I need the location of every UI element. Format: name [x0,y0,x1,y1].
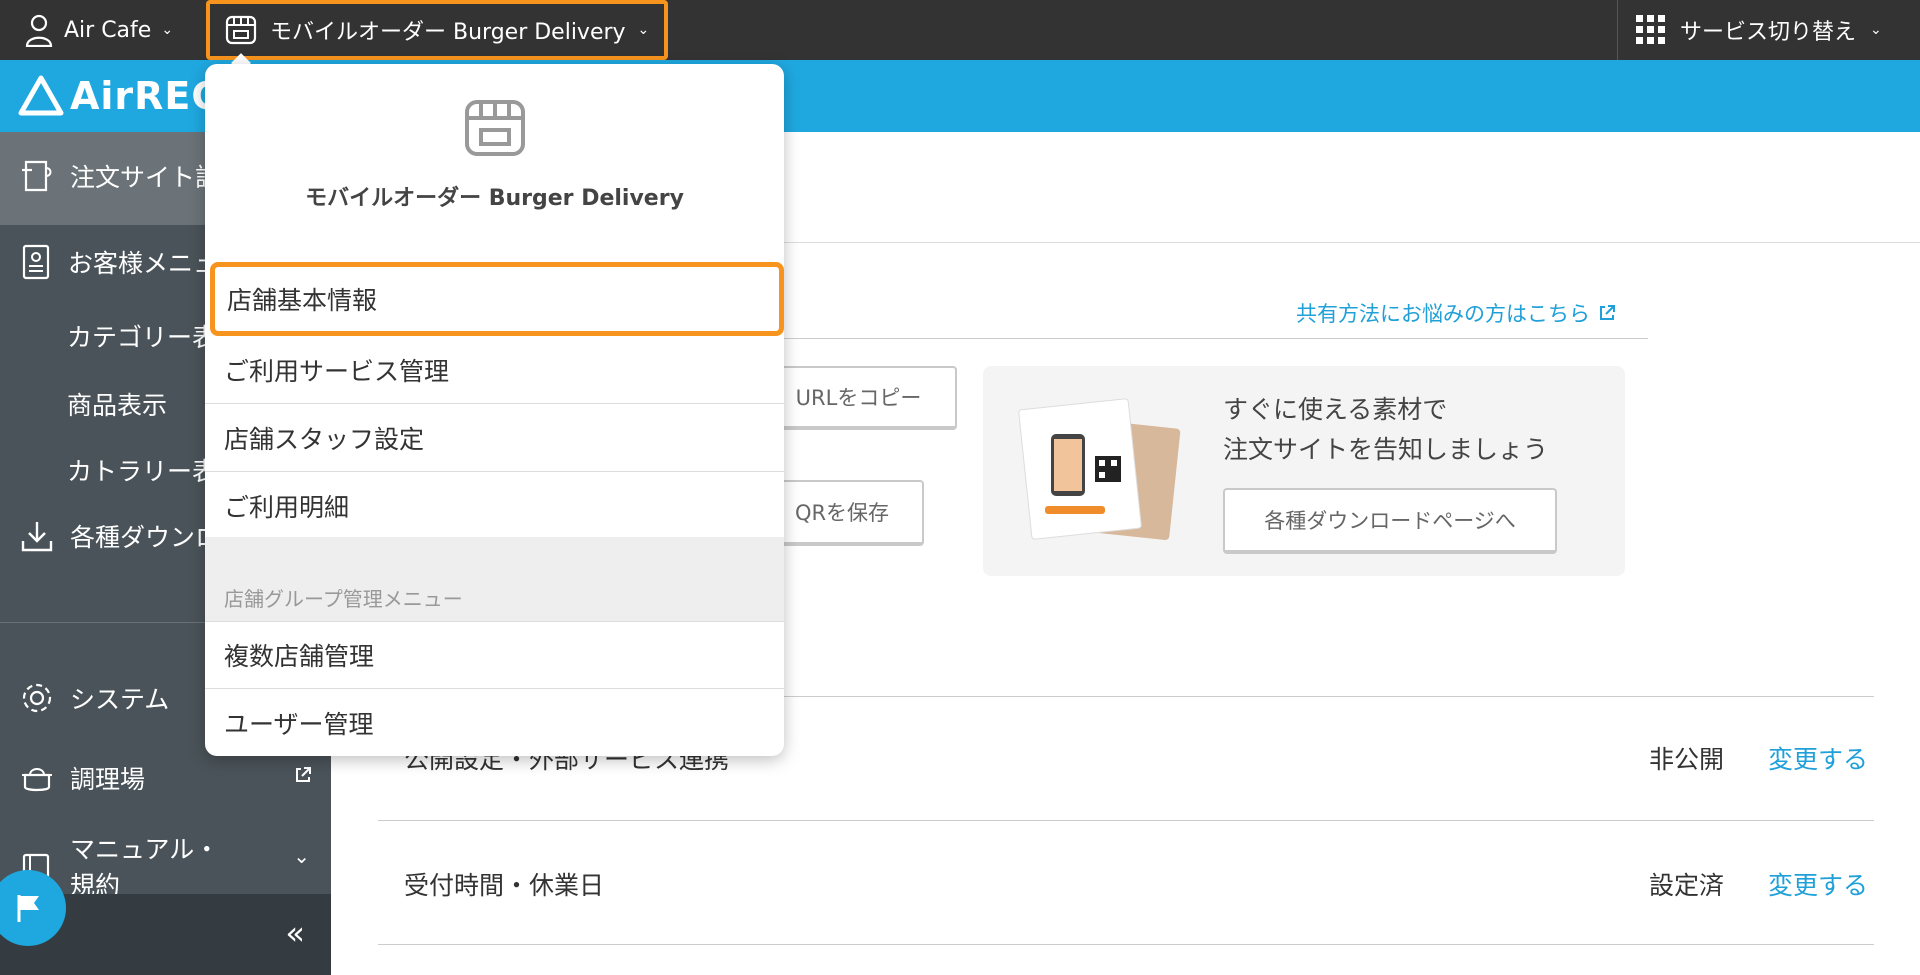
store-icon [465,100,525,156]
account-switcher[interactable]: Air Cafe ⌄ [24,0,173,60]
chevron-down-icon: ⌄ [293,844,310,868]
order-site-icon [22,160,52,192]
cooking-pot-icon [22,768,52,792]
top-bar: Air Cafe ⌄ モバイルオーダー Burger Delivery ⌄ サー… [0,0,1920,60]
share-help-link-label: 共有方法にお悩みの方はこちら [1296,302,1590,326]
chevron-down-icon: ⌄ [637,22,650,38]
promo-line-2: 注文サイトを告知しましょう [1223,435,1549,464]
gear-icon [22,683,52,713]
promo-card: すぐに使える素材で 注文サイトを告知しましょう 各種ダウンロードページへ [983,366,1625,576]
user-icon [25,14,53,47]
service-switcher-label: サービス切り替え [1680,20,1857,45]
group-menu-label: 店舗グループ管理メニュー [224,587,463,611]
change-hours-link[interactable]: 変更する [1768,866,1868,902]
menu-book-icon [22,244,50,280]
account-name: Air Cafe [64,17,152,43]
download-page-button[interactable]: 各種ダウンロードページへ [1223,488,1557,554]
sidebar-item-system[interactable]: システム [20,680,169,716]
flag-icon [17,895,39,922]
menu-item-store-info[interactable]: 店舗基本情報 [210,262,784,336]
menu-item-staff-settings[interactable]: 店舗スタッフ設定 [205,404,784,472]
sidebar-subitem-products[interactable]: 商品表示 [67,386,167,422]
sidebar-item-kitchen[interactable]: 調理場 [20,760,311,796]
row-label-hours: 受付時間・休業日 [404,871,605,900]
store-icon [225,15,257,45]
store-switcher[interactable]: モバイルオーダー Burger Delivery ⌄ [206,0,668,60]
change-publish-link[interactable]: 変更する [1768,740,1868,776]
promo-message: すぐに使える素材で 注文サイトを告知しましょう [1223,390,1548,470]
download-icon [21,522,53,552]
topbar-divider [1617,0,1618,60]
logo-triangle-icon [18,75,64,116]
status-hours: 設定済 [1649,871,1725,900]
save-qr-button[interactable]: QRを保存 [760,480,924,546]
dropdown-store-title: モバイルオーダー Burger Delivery [305,186,684,211]
chevron-down-icon: ⌄ [1870,22,1882,38]
external-link-icon [296,767,311,782]
external-link-icon [1600,305,1615,320]
store-dropdown-menu: モバイルオーダー Burger Delivery 店舗基本情報 ご利用サービス管… [205,64,784,756]
share-section-divider [780,338,1648,339]
collapse-sidebar-icon[interactable]: « [285,914,305,952]
promo-line-1: すぐに使える素材で [1223,395,1448,424]
grid-icon [1636,15,1665,44]
menu-item-multi-store[interactable]: 複数店舗管理 [205,621,784,689]
chevron-down-icon: ⌄ [161,22,174,38]
status-publish: 非公開 [1649,745,1725,774]
menu-item-service-management[interactable]: ご利用サービス管理 [205,336,784,404]
row-divider [378,820,1874,821]
copy-url-button[interactable]: URLをコピー [760,366,957,430]
promo-flyer-image [1018,398,1181,541]
sidebar-item-label: システム [70,685,170,714]
store-name: モバイルオーダー Burger Delivery [270,20,626,45]
service-switcher[interactable]: サービス切り替え ⌄ [1636,0,1882,60]
sidebar-item-label: 調理場 [70,765,146,794]
share-help-link[interactable]: 共有方法にお悩みの方はこちら [1296,298,1616,328]
group-menu-header: 店舗グループ管理メニュー [205,537,784,621]
menu-item-billing[interactable]: ご利用明細 [205,472,784,540]
menu-item-user-management[interactable]: ユーザー管理 [205,689,784,756]
row-divider [378,944,1874,945]
